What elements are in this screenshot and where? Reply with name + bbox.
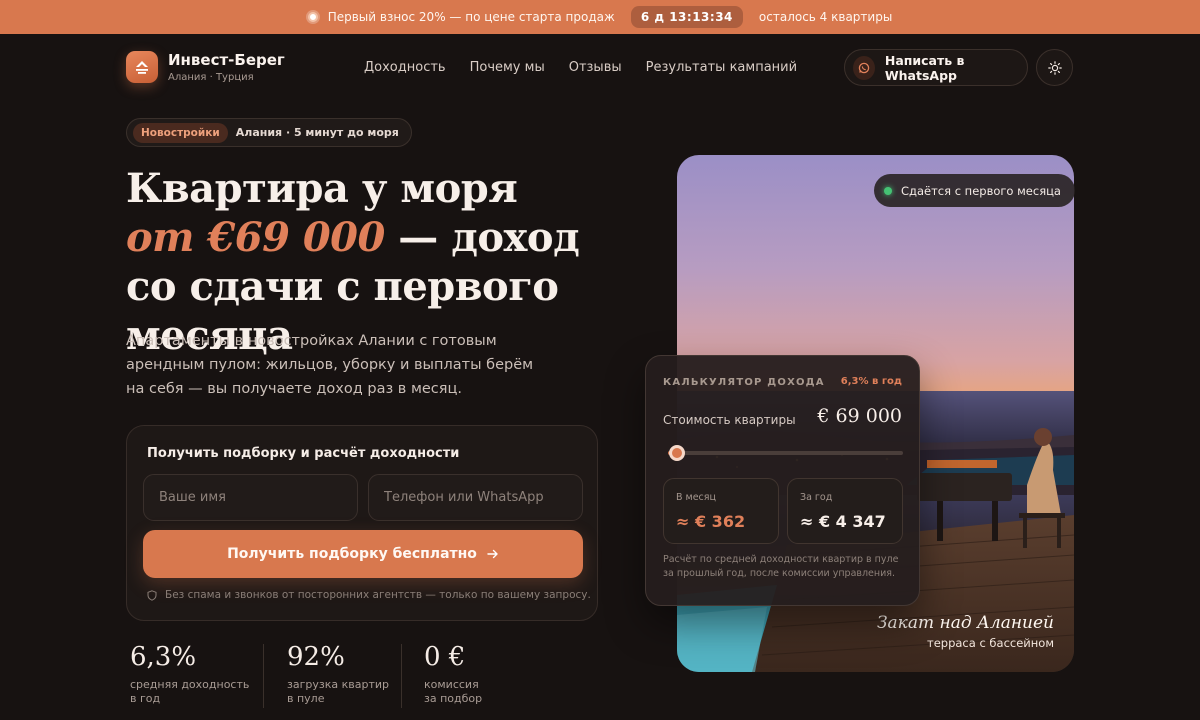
nav-item-results[interactable]: Результаты кампаний — [646, 60, 797, 75]
nav-item-profitability[interactable]: Доходность — [364, 60, 446, 75]
whatsapp-label: Написать в WhatsApp — [884, 52, 965, 83]
price-value: € 69 000 — [817, 405, 902, 427]
stat-divider — [263, 644, 264, 708]
lead-form: Получить подборку и расчёт доходности По… — [126, 425, 598, 621]
theme-toggle[interactable] — [1036, 49, 1073, 86]
submit-button[interactable]: Получить подборку бесплатно — [143, 530, 583, 578]
stat-label: средняя доходность в год — [130, 678, 250, 705]
nav-item-why-us[interactable]: Почему мы — [470, 60, 545, 75]
announcement-bar: Первый взнос 20% — по цене старта продаж… — [0, 0, 1200, 34]
site-header: Инвест-Берег Алания · Турция Доходность … — [126, 49, 1074, 87]
form-title: Получить подборку и расчёт доходности — [147, 446, 460, 461]
submit-label: Получить подборку бесплатно — [227, 546, 477, 562]
price-label: Стоимость квартиры — [663, 413, 796, 427]
main-nav: Доходность Почему мы Отзывы Результаты к… — [364, 60, 797, 75]
stat-label: загрузка квартир в пуле — [287, 678, 389, 705]
stat-commission: 0 € комиссия за подбор — [424, 642, 482, 712]
hero-description: Апартаменты в новостройках Алании с гото… — [126, 333, 534, 397]
whatsapp-button[interactable]: Написать в WhatsApp — [844, 49, 1028, 86]
stat-occupancy: 92% загрузка квартир в пуле — [287, 642, 389, 712]
announcement-text: Первый взнос 20% — по цене старта продаж — [327, 10, 615, 24]
calculator-footnote: Расчёт по средней доходности квартир в п… — [663, 554, 899, 579]
brand-location: Алания · Турция — [168, 72, 254, 83]
brand-name[interactable]: Инвест-Берег — [168, 51, 285, 69]
rental-status-badge: Сдаётся с первого месяца — [874, 174, 1075, 207]
yearly-value: ≈ € 4 347 — [800, 512, 886, 531]
stat-label: комиссия за подбор — [424, 678, 483, 705]
location-tag-text: Алания · 5 минут до моря — [235, 126, 399, 139]
live-dot-icon — [307, 12, 318, 22]
logo-icon[interactable] — [126, 51, 158, 83]
sun-icon — [1047, 60, 1062, 75]
calculator-rate: 6,3% в год — [840, 376, 902, 387]
status-dot-icon — [884, 186, 892, 195]
stat-yield: 6,3% средняя доходность в год — [130, 642, 249, 712]
category-pill: Новостройки — [133, 122, 228, 143]
countdown-timer: 6 д 13:13:34 — [630, 6, 743, 28]
photo-caption: Закат над Аланией терраса с бассейном — [860, 613, 1054, 650]
location-tag: Новостройки Алания · 5 минут до моря — [126, 118, 412, 147]
nav-item-reviews[interactable]: Отзывы — [569, 60, 622, 75]
yearly-label: За год — [800, 492, 833, 503]
name-input[interactable] — [143, 474, 358, 521]
rental-status-text: Сдаётся с первого месяца — [901, 183, 1061, 198]
stat-value: 92% — [287, 642, 345, 672]
calculator-title: КАЛЬКУЛЯТОР ДОХОДА — [663, 377, 825, 388]
shield-icon — [147, 589, 157, 601]
privacy-note-text: Без спама и звонков от посторонних агент… — [165, 589, 591, 601]
privacy-note: Без спама и звонков от посторонних агент… — [147, 589, 591, 601]
monthly-value: ≈ € 362 — [676, 512, 746, 531]
whatsapp-icon — [853, 55, 875, 80]
monthly-income-box: В месяц ≈ € 362 — [663, 478, 779, 544]
monthly-label: В месяц — [676, 492, 716, 503]
photo-caption-title: Закат над Аланией — [876, 613, 1054, 633]
phone-input[interactable] — [368, 474, 583, 521]
stat-value: 6,3% — [130, 642, 197, 672]
yearly-income-box: За год ≈ € 4 347 — [787, 478, 903, 544]
arrow-right-icon — [487, 549, 498, 559]
income-calculator: КАЛЬКУЛЯТОР ДОХОДА 6,3% в год Стоимость … — [645, 355, 920, 606]
stats-row: 6,3% средняя доходность в год 92% загрузк… — [126, 642, 606, 712]
photo-caption-subtitle: терраса с бассейном — [927, 636, 1054, 650]
hero-title-line1: Квартира у моря — [126, 165, 518, 212]
slider-handle[interactable] — [669, 445, 686, 461]
hero-title-price: от €69 000 — [126, 214, 385, 261]
price-slider[interactable] — [668, 445, 903, 461]
stat-divider — [401, 644, 402, 708]
remaining-units: осталось 4 квартиры — [758, 10, 893, 24]
stat-value: 0 € — [424, 642, 466, 672]
